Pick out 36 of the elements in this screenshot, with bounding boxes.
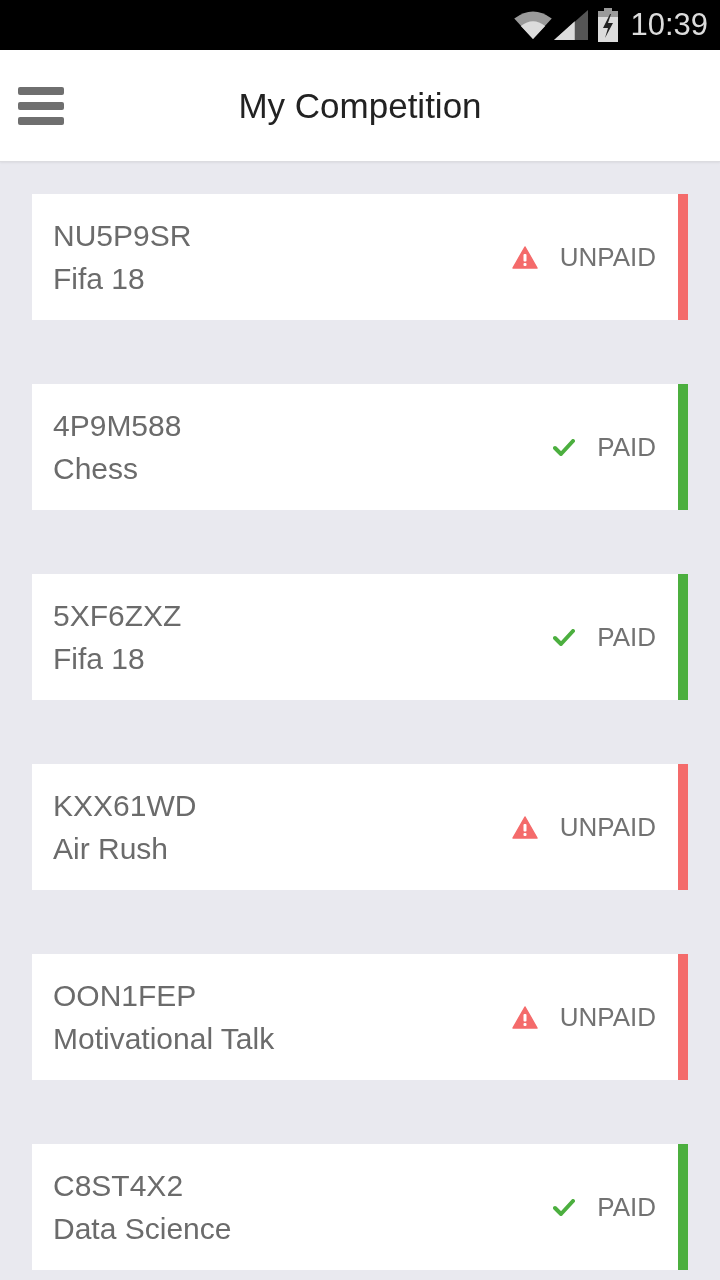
check-icon	[553, 438, 576, 456]
page-title: My Competition	[238, 84, 482, 127]
check-icon	[553, 628, 576, 646]
wifi-icon	[513, 10, 554, 40]
menu-button[interactable]	[18, 87, 64, 125]
competition-code: NU5P9SR	[53, 218, 192, 254]
competition-card[interactable]: 5XF6ZXZ Fifa 18 PAID	[32, 574, 688, 700]
warning-icon	[511, 815, 538, 839]
competition-card[interactable]: NU5P9SR Fifa 18 UNPAID	[32, 194, 688, 320]
competition-card[interactable]: OON1FEP Motivational Talk UNPAID	[32, 954, 688, 1080]
payment-status: UNPAID	[559, 241, 656, 273]
payment-status: PAID	[597, 431, 656, 463]
competition-card[interactable]: C8ST4X2 Data Science PAID	[32, 1144, 688, 1270]
battery-icon	[598, 8, 619, 42]
payment-status: UNPAID	[559, 1001, 656, 1033]
status-time: 10:39	[630, 7, 708, 43]
competition-name: Data Science	[53, 1211, 232, 1247]
competition-code: C8ST4X2	[53, 1168, 185, 1204]
competition-card[interactable]: 4P9M588 Chess PAID	[32, 384, 688, 510]
payment-status: UNPAID	[559, 811, 656, 843]
check-icon	[553, 1198, 576, 1216]
competition-name: Chess	[53, 451, 140, 487]
payment-status: PAID	[597, 1191, 656, 1223]
payment-status: PAID	[597, 621, 656, 653]
competition-card[interactable]: KXX61WD Air Rush UNPAID	[32, 764, 688, 890]
competition-code: OON1FEP	[53, 978, 198, 1014]
competition-name: Motivational Talk	[53, 1021, 275, 1057]
competition-code: 5XF6ZXZ	[53, 598, 182, 634]
competition-name: Fifa 18	[53, 261, 146, 297]
warning-icon	[511, 1005, 538, 1029]
competition-name: Fifa 18	[53, 641, 146, 677]
signal-icon	[554, 9, 589, 41]
warning-icon	[511, 245, 538, 269]
competition-code: 4P9M588	[53, 408, 182, 444]
competition-name: Air Rush	[53, 831, 170, 867]
competition-code: KXX61WD	[53, 788, 197, 824]
